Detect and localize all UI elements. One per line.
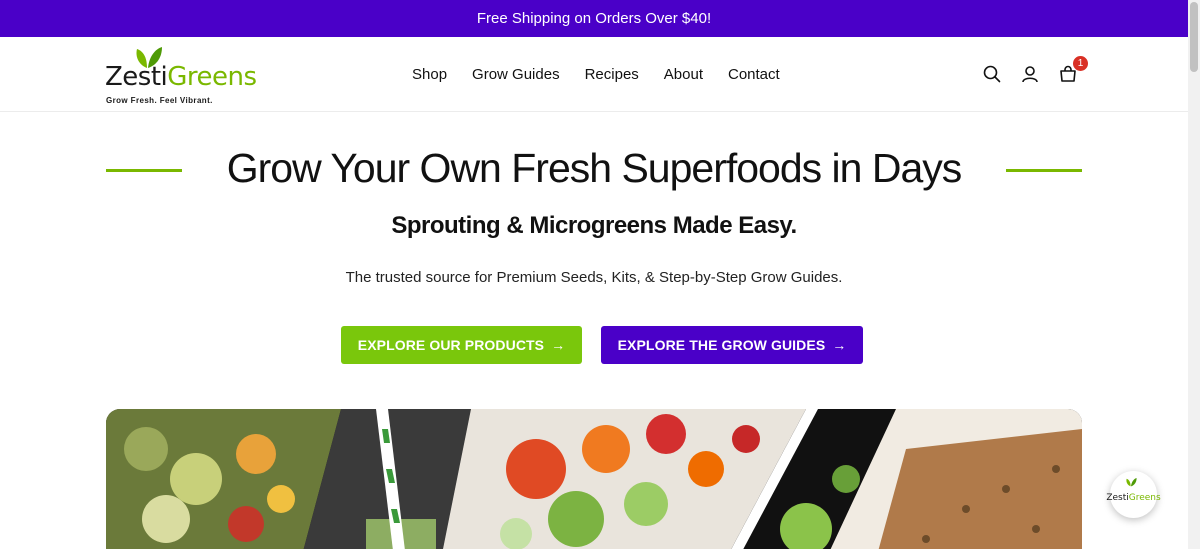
hero-title-row: Grow Your Own Fresh Superfoods in Days <box>106 145 1082 195</box>
scrollbar-thumb[interactable] <box>1190 2 1198 72</box>
explore-guides-label: EXPLORE THE GROW GUIDES <box>617 337 826 353</box>
site-header: ZestiGreens Grow Fresh. Feel Vibrant. Sh… <box>0 37 1188 112</box>
logo[interactable]: ZestiGreens Grow Fresh. Feel Vibrant. <box>105 45 257 105</box>
logo-tagline: Grow Fresh. Feel Vibrant. <box>106 96 213 105</box>
nav-item-contact[interactable]: Contact <box>728 66 780 83</box>
logo-wordmark: ZestiGreens <box>105 64 257 90</box>
announcement-bar: Free Shipping on Orders Over $40! <box>0 0 1188 37</box>
search-icon[interactable] <box>982 64 1002 84</box>
arrow-right-icon: → <box>832 337 847 353</box>
main-nav: Shop Grow Guides Recipes About Contact <box>412 66 805 83</box>
cart-icon[interactable]: 1 <box>1058 56 1088 84</box>
chat-widget-button[interactable]: ZestiGreens <box>1106 471 1161 518</box>
explore-products-button[interactable]: EXPLORE OUR PRODUCTS → <box>341 326 582 364</box>
cart-count-badge: 1 <box>1073 56 1088 71</box>
explore-products-label: EXPLORE OUR PRODUCTS <box>357 337 545 353</box>
user-icon[interactable] <box>1020 64 1040 84</box>
hero-subtitle: Sprouting & Microgreens Made Easy. <box>391 212 797 239</box>
nav-item-shop[interactable]: Shop <box>412 66 447 83</box>
leaf-icon <box>1126 478 1137 487</box>
announcement-text: Free Shipping on Orders Over $40! <box>476 10 712 27</box>
logo-word-green: Greens <box>167 62 257 92</box>
header-icons: 1 <box>982 56 1088 84</box>
scrollbar[interactable] <box>1188 0 1200 549</box>
nav-item-recipes[interactable]: Recipes <box>585 66 639 83</box>
hero-description: The trusted source for Premium Seeds, Ki… <box>345 269 843 286</box>
explore-guides-button[interactable]: EXPLORE THE GROW GUIDES → <box>601 326 863 364</box>
chat-logo-dark: Zesti <box>1106 492 1129 503</box>
logo-word-dark: Zesti <box>105 62 168 92</box>
hero-banner-image <box>106 409 1082 549</box>
arrow-right-icon: → <box>551 337 566 353</box>
chat-logo-green: Greens <box>1128 492 1161 503</box>
title-divider-right <box>1006 169 1082 172</box>
nav-item-grow-guides[interactable]: Grow Guides <box>472 66 560 83</box>
chat-widget-logo: ZestiGreens <box>1106 493 1160 503</box>
hero-title: Grow Your Own Fresh Superfoods in Days <box>226 145 963 191</box>
nav-item-about[interactable]: About <box>664 66 703 83</box>
